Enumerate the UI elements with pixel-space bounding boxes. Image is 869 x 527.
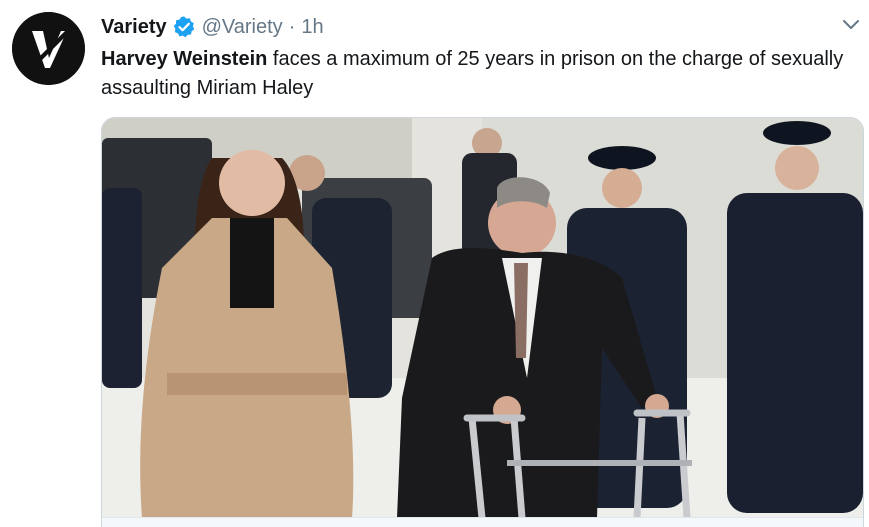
courthouse-photo <box>102 118 863 518</box>
tweet[interactable]: Variety @Variety · 1h Harvey Weinstein f… <box>0 0 869 527</box>
tweet-header: Variety @Variety · 1h <box>101 13 324 41</box>
tweet-text: Harvey Weinstein faces a maximum of 25 y… <box>101 45 861 103</box>
display-name[interactable]: Variety <box>101 16 167 39</box>
media-card-footer <box>102 517 863 527</box>
tweet-media-photo[interactable] <box>101 117 864 527</box>
chevron-down-icon[interactable] <box>841 14 861 34</box>
user-handle[interactable]: @Variety <box>202 16 283 39</box>
variety-avatar[interactable] <box>12 12 85 85</box>
tweet-text-bold: Harvey Weinstein <box>101 48 268 70</box>
tweet-timestamp[interactable]: 1h <box>301 16 323 39</box>
variety-v-logo-icon <box>12 12 85 85</box>
verified-badge-icon <box>172 15 196 39</box>
separator-dot: · <box>288 15 296 38</box>
